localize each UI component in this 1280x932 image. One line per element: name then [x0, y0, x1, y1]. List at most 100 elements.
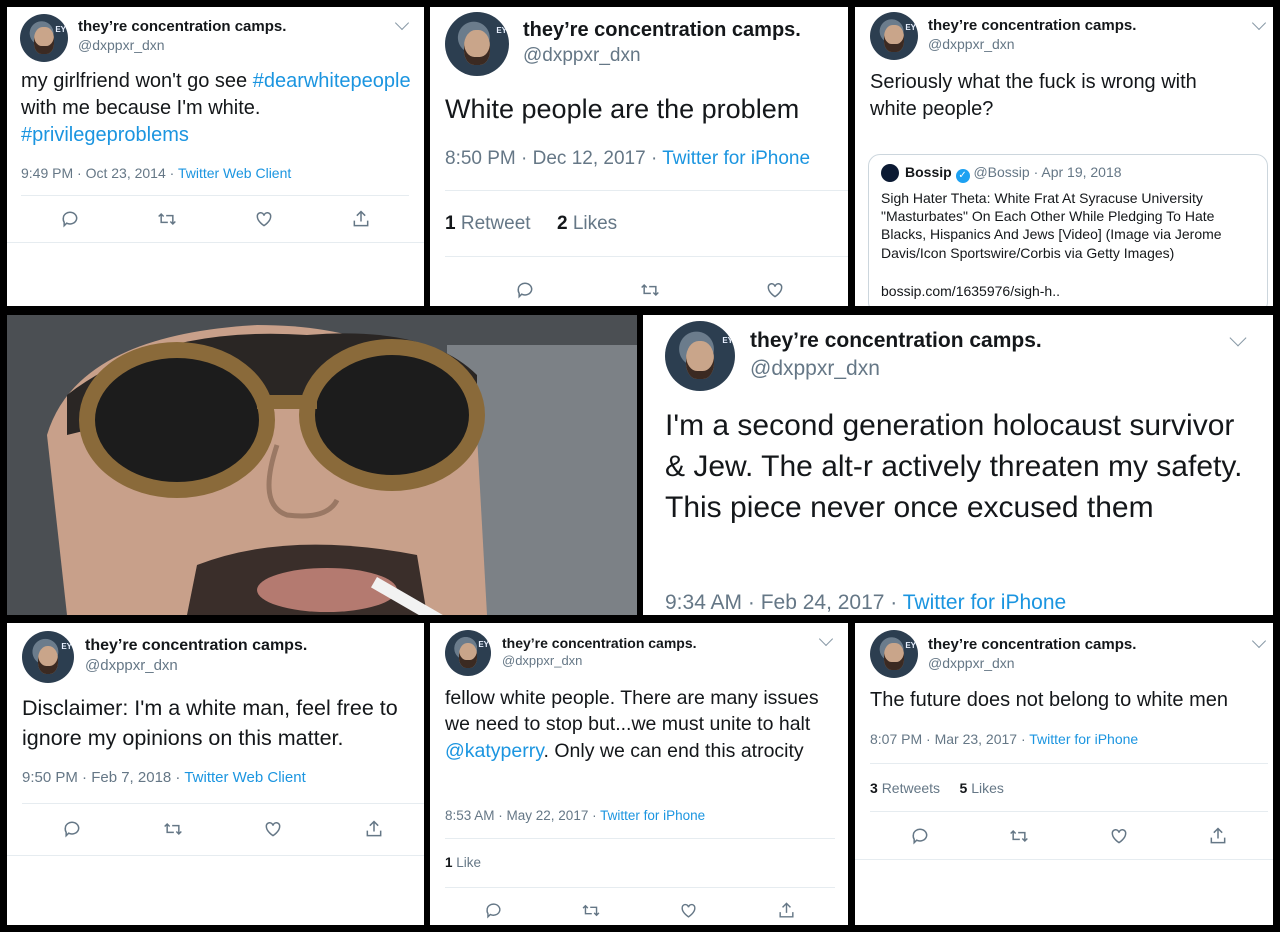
source-link[interactable]: Twitter for iPhone — [903, 591, 1066, 614]
tweet-panel-4: EY they’re concentration camps. @dxppxr_… — [643, 315, 1273, 615]
share-icon[interactable] — [1208, 826, 1228, 846]
retweet-icon[interactable] — [163, 819, 183, 839]
chevron-down-icon[interactable] — [394, 15, 410, 31]
action-bar — [21, 207, 409, 231]
avatar[interactable]: EY — [445, 12, 509, 76]
tweet-meta: 8:07 PM · Mar 23, 2017 · Twitter for iPh… — [870, 731, 1139, 747]
tweet-panel-5: EY they’re concentration camps. @dxppxr_… — [7, 623, 424, 925]
tweet-text: The future does not belong to white men — [870, 689, 1229, 711]
handle[interactable]: @dxppxr_dxn — [85, 657, 178, 674]
handle[interactable]: @dxppxr_dxn — [928, 655, 1015, 671]
share-icon[interactable] — [776, 900, 796, 920]
avatar[interactable]: EY — [870, 12, 918, 60]
avatar[interactable]: EY — [870, 630, 918, 678]
like-icon[interactable] — [765, 280, 785, 300]
chevron-down-icon[interactable] — [1251, 15, 1267, 31]
tweet-meta: 9:50 PM · Feb 7, 2018 · Twitter Web Clie… — [22, 769, 306, 786]
quoted-link[interactable]: bossip.com/1635976/sigh-h.. — [881, 283, 1060, 299]
chevron-down-icon[interactable] — [1251, 633, 1267, 649]
likes-label[interactable]: Likes — [971, 780, 1004, 796]
divider — [870, 763, 1268, 764]
reply-icon[interactable] — [62, 819, 82, 839]
action-bar — [445, 277, 845, 303]
divider — [445, 887, 835, 888]
retweet-icon[interactable] — [640, 280, 660, 300]
tweet-text: fellow white people. There are many issu… — [445, 687, 819, 762]
divider — [445, 256, 848, 257]
like-icon[interactable] — [254, 209, 274, 229]
action-bar — [870, 825, 1268, 847]
tweet-meta: 8:53 AM · May 22, 2017 · Twitter for iPh… — [445, 808, 706, 823]
display-name[interactable]: they’re concentration camps. — [928, 17, 1136, 34]
tweet-text: White people are the problem — [445, 94, 800, 124]
source-link[interactable]: Twitter Web Client — [184, 769, 305, 786]
handle[interactable]: @dxppxr_dxn — [523, 45, 641, 67]
handle[interactable]: @dxppxr_dxn — [78, 37, 165, 53]
engagement-stats: 1 Like — [445, 855, 482, 870]
divider — [855, 859, 1273, 860]
action-bar — [22, 817, 424, 841]
bossip-avatar — [881, 164, 899, 182]
display-name[interactable]: they’re concentration camps. — [85, 637, 307, 655]
source-link[interactable]: Twitter for iPhone — [600, 808, 705, 823]
like-icon[interactable] — [263, 819, 283, 839]
tweet-panel-3: EY they’re concentration camps. @dxppxr_… — [855, 7, 1273, 306]
quoted-name: Bossip — [905, 164, 952, 180]
divider — [7, 855, 424, 856]
quoted-text: Sigh Hater Theta: White Frat At Syracuse… — [881, 190, 1222, 261]
tweet-panel-7: EY they’re concentration camps. @dxppxr_… — [855, 623, 1273, 925]
retweets-label[interactable]: Retweet — [461, 213, 531, 234]
likes-label[interactable]: Like — [456, 855, 481, 870]
tweet-panel-6: EY they’re concentration camps. @dxppxr_… — [430, 623, 848, 925]
retweet-icon[interactable] — [157, 209, 177, 229]
handle[interactable]: @dxppxr_dxn — [750, 357, 880, 381]
reply-icon[interactable] — [484, 900, 504, 920]
quoted-tweet[interactable]: Bossip ✓ @Bossip · Apr 19, 2018 Sigh Hat… — [868, 154, 1268, 306]
reply-icon[interactable] — [910, 826, 930, 846]
tweet-text: Seriously what the fuck is wrong with wh… — [870, 71, 1197, 120]
engagement-stats: 1 Retweet 2 Likes — [445, 213, 618, 234]
reply-icon[interactable] — [515, 280, 535, 300]
avatar[interactable]: EY — [22, 631, 74, 683]
divider — [445, 190, 848, 191]
share-icon[interactable] — [351, 209, 371, 229]
tweet-meta: 9:49 PM · Oct 23, 2014 · Twitter Web Cli… — [21, 165, 292, 181]
divider — [445, 838, 835, 839]
source-link[interactable]: Twitter Web Client — [178, 165, 291, 181]
share-icon[interactable] — [364, 819, 384, 839]
retweet-icon[interactable] — [1009, 826, 1029, 846]
tweet-text: I'm a second generation holocaust surviv… — [665, 409, 1243, 525]
like-icon[interactable] — [1109, 826, 1129, 846]
tweet-text: my girlfriend won't go see #dearwhitepeo… — [21, 70, 411, 146]
avatar[interactable]: EY — [20, 14, 68, 62]
chevron-down-icon[interactable] — [1229, 329, 1247, 347]
tweet-text: Disclaimer: I'm a white man, feel free t… — [22, 696, 398, 751]
divider — [870, 811, 1268, 812]
display-name[interactable]: they’re concentration camps. — [523, 19, 801, 42]
like-icon[interactable] — [679, 900, 699, 920]
retweet-icon[interactable] — [581, 900, 601, 920]
handle[interactable]: @dxppxr_dxn — [502, 653, 582, 668]
display-name[interactable]: they’re concentration camps. — [928, 636, 1136, 653]
tweet-meta: 9:34 AM · Feb 24, 2017 · Twitter for iPh… — [665, 591, 1067, 614]
avatar[interactable]: EY — [445, 630, 491, 676]
tweet-meta: 8:50 PM · Dec 12, 2017 · Twitter for iPh… — [445, 148, 811, 169]
retweets-label[interactable]: Retweets — [882, 780, 940, 796]
chevron-down-icon[interactable] — [818, 631, 834, 647]
display-name[interactable]: they’re concentration camps. — [78, 18, 286, 35]
hashtag-link[interactable]: #dearwhitepeople — [253, 70, 411, 92]
reply-icon[interactable] — [60, 209, 80, 229]
handle[interactable]: @dxppxr_dxn — [928, 36, 1015, 52]
hashtag-link[interactable]: #privilegeproblems — [21, 124, 189, 146]
source-link[interactable]: Twitter for iPhone — [662, 148, 810, 169]
display-name[interactable]: they’re concentration camps. — [750, 329, 1042, 353]
tweet-panel-1: EY they’re concentration camps. @dxppxr_… — [7, 7, 424, 306]
display-name[interactable]: they’re concentration camps. — [502, 635, 697, 651]
photo-illustration — [7, 315, 637, 615]
likes-label[interactable]: Likes — [573, 213, 617, 234]
avatar[interactable]: EY — [665, 321, 735, 391]
mention-link[interactable]: @katyperry — [445, 740, 544, 762]
source-link[interactable]: Twitter for iPhone — [1029, 731, 1138, 747]
engagement-stats: 3 Retweets 5 Likes — [870, 780, 1004, 796]
quoted-handle: @Bossip · Apr 19, 2018 — [973, 164, 1122, 180]
